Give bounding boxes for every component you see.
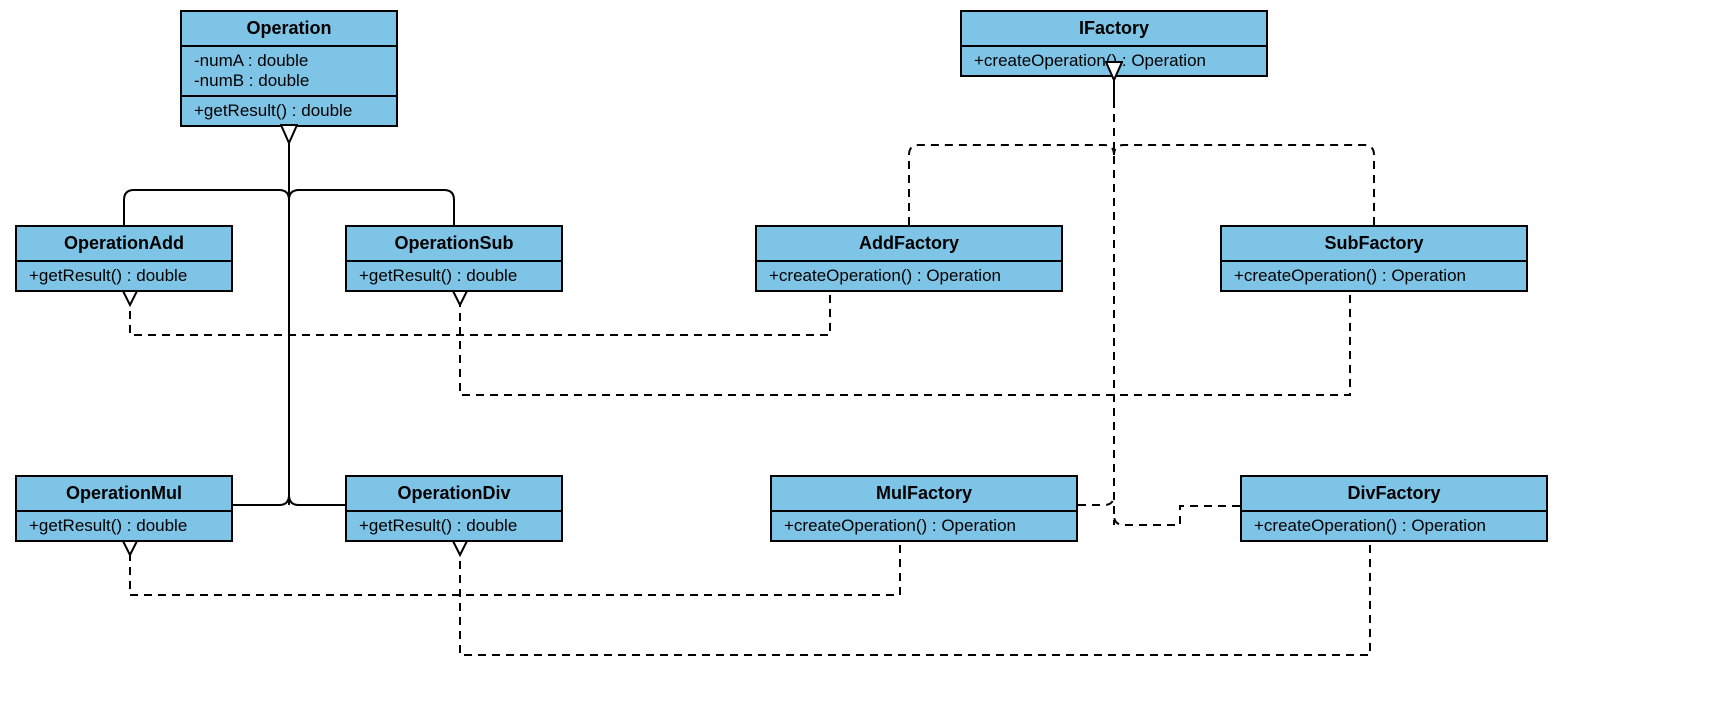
op: +getResult() : double [359, 266, 549, 286]
class-operation-add: OperationAdd +getResult() : double [15, 225, 233, 292]
op: +createOperation() : Operation [1234, 266, 1514, 286]
class-ops: +createOperation() : Operation [962, 47, 1266, 75]
class-mul-factory: MulFactory +createOperation() : Operatio… [770, 475, 1078, 542]
class-title: SubFactory [1222, 227, 1526, 262]
op: +createOperation() : Operation [769, 266, 1049, 286]
class-div-factory: DivFactory +createOperation() : Operatio… [1240, 475, 1548, 542]
op: +getResult() : double [29, 516, 219, 536]
class-title: OperationSub [347, 227, 561, 262]
op: +getResult() : double [359, 516, 549, 536]
class-ops: +createOperation() : Operation [772, 512, 1076, 540]
class-attrs: -numA : double -numB : double [182, 47, 396, 97]
op: +createOperation() : Operation [784, 516, 1064, 536]
uml-diagram: Operation -numA : double -numB : double … [0, 0, 1724, 704]
class-title: AddFactory [757, 227, 1061, 262]
class-title: OperationDiv [347, 477, 561, 512]
class-operation-mul: OperationMul +getResult() : double [15, 475, 233, 542]
class-title: MulFactory [772, 477, 1076, 512]
op: +getResult() : double [29, 266, 219, 286]
class-title: IFactory [962, 12, 1266, 47]
class-add-factory: AddFactory +createOperation() : Operatio… [755, 225, 1063, 292]
class-ops: +createOperation() : Operation [1242, 512, 1546, 540]
class-ops: +createOperation() : Operation [757, 262, 1061, 290]
class-title: DivFactory [1242, 477, 1546, 512]
attr: -numA : double [194, 51, 384, 71]
class-title: Operation [182, 12, 396, 47]
class-title: OperationAdd [17, 227, 231, 262]
class-ops: +createOperation() : Operation [1222, 262, 1526, 290]
class-operation-sub: OperationSub +getResult() : double [345, 225, 563, 292]
class-ifactory: IFactory +createOperation() : Operation [960, 10, 1268, 77]
class-title: OperationMul [17, 477, 231, 512]
class-ops: +getResult() : double [17, 262, 231, 290]
class-operation: Operation -numA : double -numB : double … [180, 10, 398, 127]
op: +createOperation() : Operation [1254, 516, 1534, 536]
class-ops: +getResult() : double [17, 512, 231, 540]
class-ops: +getResult() : double [182, 97, 396, 125]
attr: -numB : double [194, 71, 384, 91]
class-sub-factory: SubFactory +createOperation() : Operatio… [1220, 225, 1528, 292]
op: +getResult() : double [194, 101, 384, 121]
class-ops: +getResult() : double [347, 262, 561, 290]
class-operation-div: OperationDiv +getResult() : double [345, 475, 563, 542]
class-ops: +getResult() : double [347, 512, 561, 540]
op: +createOperation() : Operation [974, 51, 1254, 71]
